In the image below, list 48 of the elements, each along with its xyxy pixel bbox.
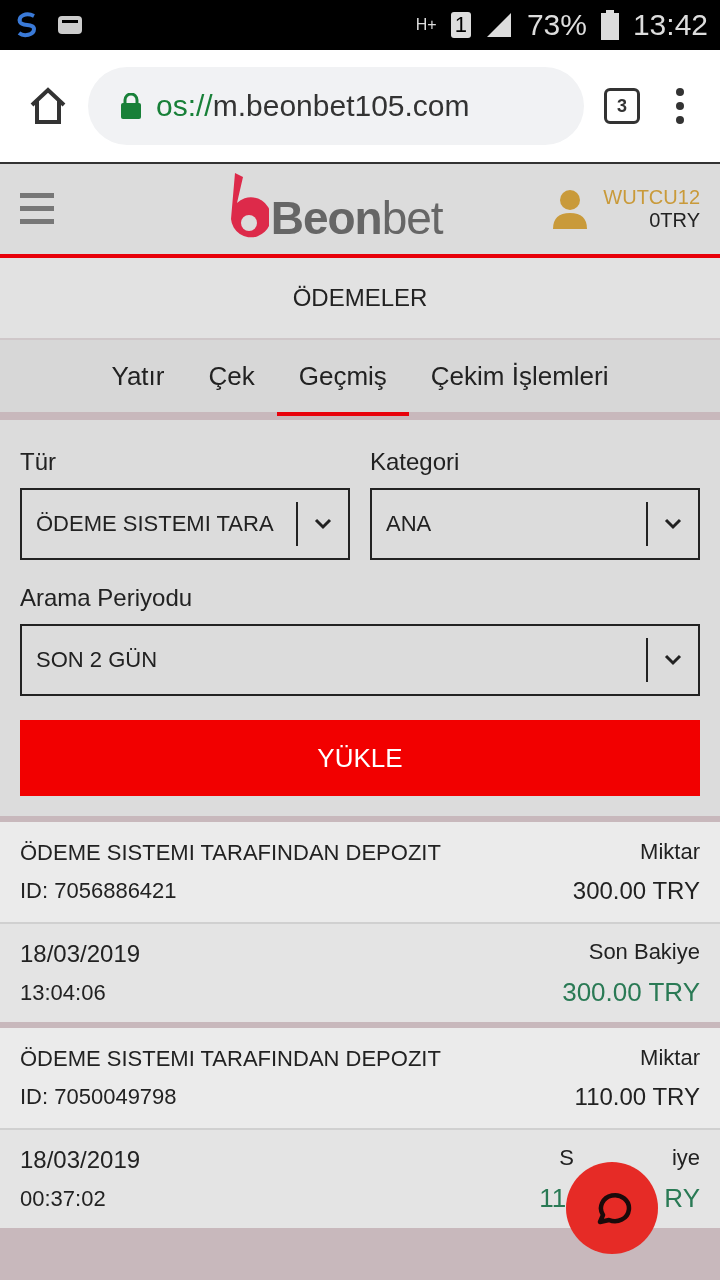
transaction-date: 18/03/2019 bbox=[20, 940, 141, 968]
username: WUTCU12 bbox=[603, 186, 700, 209]
transaction-time: 13:04:06 bbox=[20, 980, 106, 1006]
menu-icon[interactable] bbox=[20, 193, 54, 225]
caret-icon bbox=[664, 518, 682, 530]
balance-label-fragment: iye bbox=[671, 1144, 700, 1171]
transaction-id: ID: 7050049798 bbox=[20, 1084, 177, 1110]
balance-amount-fragment: 11 bbox=[539, 1182, 567, 1214]
amount-label: Miktar bbox=[640, 839, 700, 865]
clock: 13:42 bbox=[632, 8, 708, 42]
tab[interactable]: Çekim İşlemleri bbox=[408, 340, 631, 416]
home-icon[interactable] bbox=[28, 87, 68, 125]
caret-icon bbox=[664, 654, 682, 666]
drive-icon bbox=[56, 13, 84, 37]
transaction-time: 00:37:02 bbox=[20, 1186, 106, 1212]
network-type: H+ bbox=[415, 16, 437, 34]
field-label: Arama Periyodu bbox=[20, 584, 194, 612]
load-button[interactable]: YÜKLE bbox=[20, 720, 700, 796]
transaction-date: 18/03/2019 bbox=[20, 1146, 141, 1174]
tab-count[interactable]: 3 bbox=[604, 88, 640, 124]
transaction-type: ÖDEME SISTEMI TARAFINDAN DEPOZIT bbox=[20, 1046, 441, 1072]
tab[interactable]: Çek bbox=[186, 340, 277, 416]
dropdown[interactable]: ANA bbox=[370, 488, 700, 560]
sim-indicator: 1 bbox=[450, 12, 471, 38]
balance-amount: 300.00 TRY bbox=[562, 976, 700, 1008]
amount-label: Miktar bbox=[640, 1045, 700, 1071]
caret-icon bbox=[314, 518, 332, 530]
amount: 110.00 TRY bbox=[574, 1083, 700, 1111]
transaction-id: ID: 7056886421 bbox=[20, 878, 177, 904]
url-text: os://m.beonbet105.com bbox=[156, 89, 470, 123]
dropdown[interactable]: SON 2 GÜN bbox=[20, 624, 700, 696]
balance: 0TRY bbox=[649, 209, 700, 232]
balance-label: Son Bakiye bbox=[588, 938, 700, 965]
dropdown[interactable]: ÖDEME SISTEMI TARA bbox=[20, 488, 350, 560]
transaction-type: ÖDEME SISTEMI TARAFINDAN DEPOZIT bbox=[20, 840, 441, 866]
amount: 300.00 TRY bbox=[572, 877, 700, 905]
balance-amount-fragment: RY bbox=[664, 1182, 700, 1214]
balance-label-fragment: S bbox=[559, 1144, 574, 1171]
logo-text: Beonbet bbox=[270, 191, 443, 245]
field-label: Tür bbox=[20, 448, 57, 476]
page-title: ÖDEMELER bbox=[0, 258, 720, 340]
battery-percent: 73% bbox=[526, 8, 587, 42]
tab[interactable]: Yatır bbox=[89, 340, 187, 416]
url-field[interactable]: os://m.beonbet105.com bbox=[88, 67, 584, 145]
battery-icon bbox=[600, 10, 619, 40]
field-label: Kategori bbox=[370, 448, 461, 476]
tab[interactable]: Geçmiş bbox=[276, 340, 409, 416]
lock-icon bbox=[120, 93, 142, 119]
